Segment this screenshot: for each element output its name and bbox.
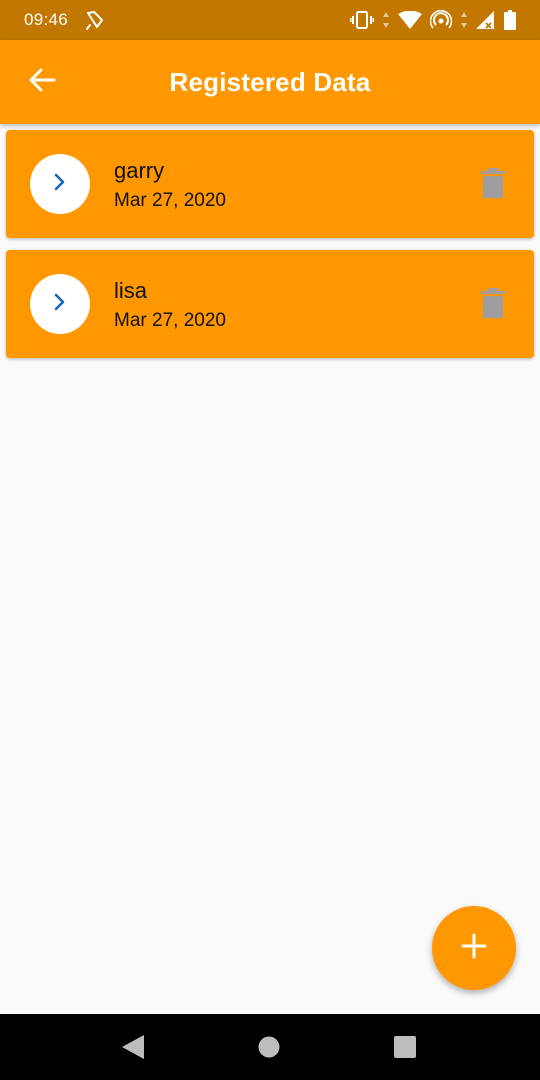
battery-icon bbox=[504, 10, 516, 30]
nav-back-icon[interactable] bbox=[122, 1035, 144, 1064]
status-time: 09:46 bbox=[24, 10, 69, 29]
trash-icon bbox=[481, 167, 505, 203]
delete-button[interactable] bbox=[478, 167, 508, 203]
notification-icon bbox=[84, 9, 106, 31]
record-avatar[interactable] bbox=[30, 274, 90, 334]
data-arrows-icon bbox=[382, 11, 390, 29]
trash-icon bbox=[481, 287, 505, 323]
arrow-left-icon bbox=[28, 67, 56, 98]
status-bar: 09:46 bbox=[0, 0, 540, 40]
wifi-icon bbox=[398, 11, 422, 29]
records-list: garry Mar 27, 2020 lisa Mar 27, 2020 bbox=[6, 130, 534, 370]
nav-home-icon[interactable] bbox=[258, 1036, 280, 1063]
record-date: Mar 27, 2020 bbox=[114, 190, 226, 211]
chevron-right-icon bbox=[52, 172, 68, 197]
plus-icon bbox=[461, 933, 487, 964]
nav-recents-icon[interactable] bbox=[394, 1036, 416, 1063]
record-card[interactable]: garry Mar 27, 2020 bbox=[6, 130, 534, 238]
delete-button[interactable] bbox=[478, 287, 508, 323]
status-right bbox=[350, 10, 516, 30]
signal-icon bbox=[476, 11, 496, 29]
app-bar: Registered Data bbox=[0, 40, 540, 124]
data-arrows-icon-2 bbox=[460, 11, 468, 29]
record-card[interactable]: lisa Mar 27, 2020 bbox=[6, 250, 534, 358]
hotspot-icon bbox=[430, 10, 452, 30]
record-date: Mar 27, 2020 bbox=[114, 310, 226, 331]
add-record-button[interactable] bbox=[432, 906, 516, 990]
record-name: garry bbox=[114, 158, 165, 183]
record-avatar[interactable] bbox=[30, 154, 90, 214]
back-button[interactable] bbox=[22, 62, 62, 102]
system-nav-bar bbox=[0, 1014, 540, 1080]
page-title: Registered Data bbox=[169, 66, 371, 97]
chevron-right-icon bbox=[52, 292, 68, 317]
record-name: lisa bbox=[114, 278, 148, 303]
status-left: 09:46 bbox=[24, 9, 106, 31]
vibrate-icon bbox=[350, 10, 374, 30]
